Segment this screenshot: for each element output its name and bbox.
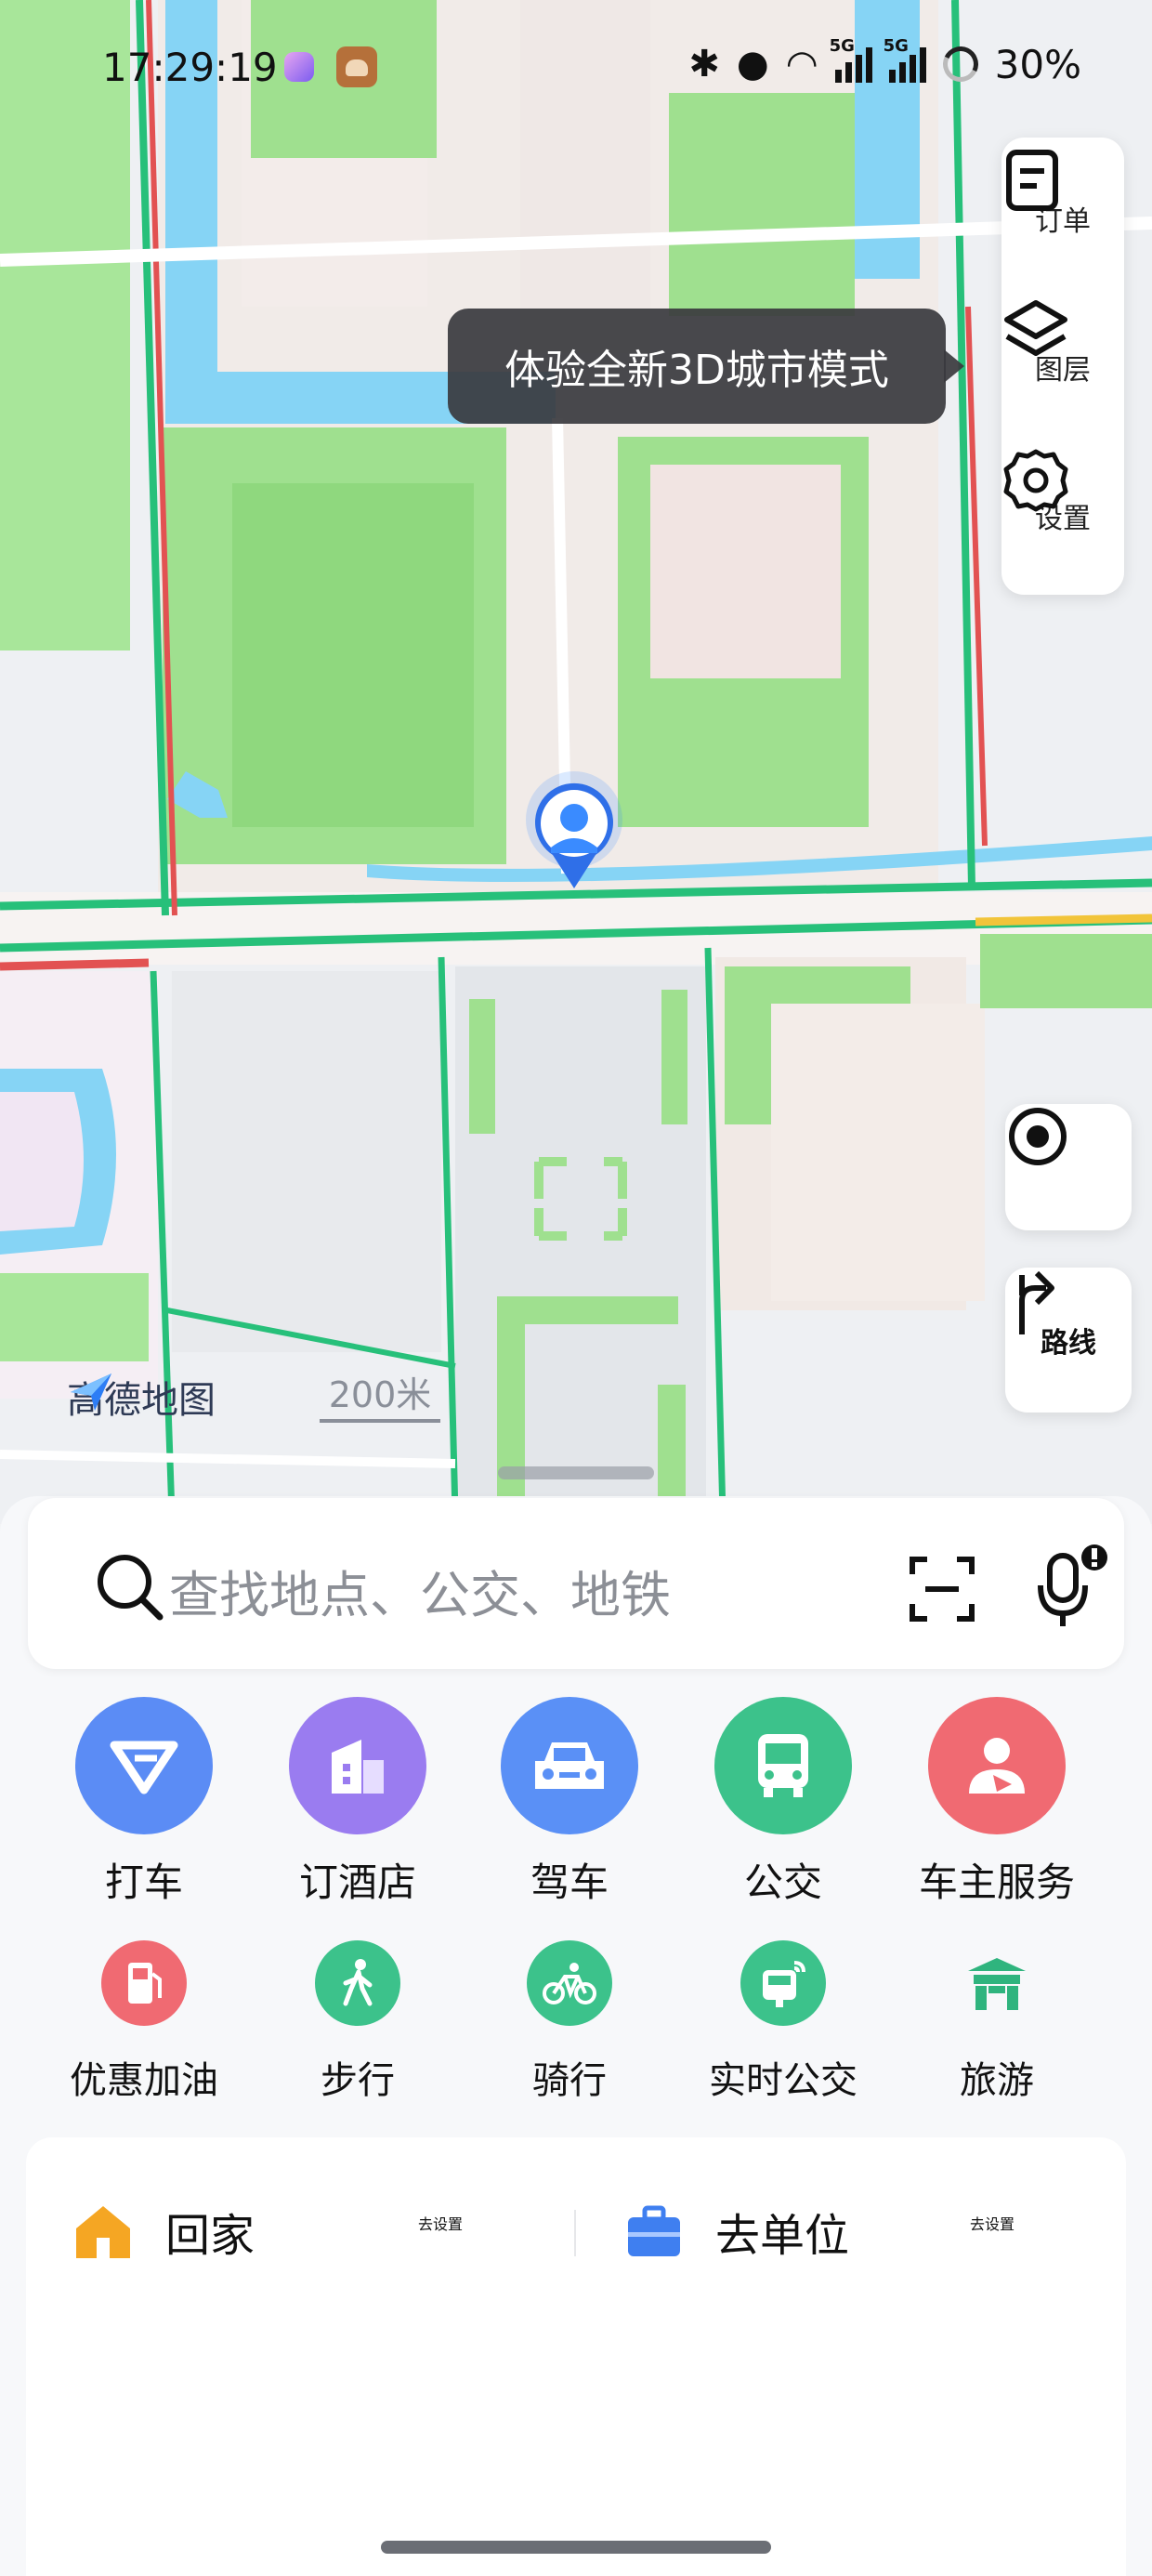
map-canvas bbox=[0, 0, 1152, 1524]
signal-icon-2: 5G bbox=[884, 36, 926, 83]
route-button[interactable]: 路线 bbox=[1005, 1268, 1132, 1413]
walk-icon bbox=[315, 1940, 400, 2026]
favorites-divider bbox=[574, 2210, 576, 2256]
orders-icon bbox=[1006, 150, 1058, 211]
travel-icon bbox=[954, 1940, 1040, 2026]
briefcase-icon bbox=[628, 2205, 680, 2256]
work-set-link[interactable]: 去设置 bbox=[970, 2212, 1015, 2234]
service-label: 公交 bbox=[743, 1860, 822, 1905]
home-set-link[interactable]: 去设置 bbox=[418, 2212, 463, 2234]
service-drive[interactable]: 驾车 bbox=[500, 1697, 639, 1908]
service-taxi[interactable]: 打车 bbox=[74, 1697, 214, 1908]
search-placeholder: 查找地点、公交、地铁 bbox=[169, 1566, 671, 1624]
amap-logo-icon bbox=[71, 1373, 111, 1411]
service-label: 车主服务 bbox=[918, 1860, 1075, 1905]
locate-icon bbox=[1009, 1108, 1067, 1165]
service-label: 旅游 bbox=[960, 2059, 1034, 2102]
map-brand: 高德地图 bbox=[67, 1370, 216, 1424]
home-indicator[interactable] bbox=[381, 2541, 771, 2554]
3d-mode-tooltip[interactable]: 体验全新3D城市模式 bbox=[448, 309, 964, 424]
service-walk[interactable]: 步行 bbox=[269, 1940, 446, 2104]
service-label: 订酒店 bbox=[298, 1860, 416, 1905]
map-scale: 200米 bbox=[320, 1366, 440, 1423]
service-label: 驾车 bbox=[530, 1860, 609, 1905]
service-travel[interactable]: 旅游 bbox=[909, 1940, 1085, 2104]
map-control-panel: 订单 图层 设置 bbox=[1001, 138, 1124, 595]
search-bar[interactable]: 查找地点、公交、地铁 bbox=[28, 1498, 1124, 1669]
status-icons: ✱ ● ◠ 5G 5G 30% bbox=[688, 36, 1081, 87]
bus-icon bbox=[714, 1697, 852, 1834]
layers-icon bbox=[1004, 300, 1067, 356]
signal-icon-1: 5G bbox=[830, 36, 872, 83]
service-label: 步行 bbox=[321, 2059, 395, 2102]
home-shortcut[interactable]: 回家 bbox=[72, 2199, 255, 2264]
orders-button[interactable]: 订单 bbox=[1001, 149, 1124, 288]
layers-button[interactable]: 图层 bbox=[1001, 297, 1124, 437]
service-bus[interactable]: 公交 bbox=[713, 1697, 853, 1908]
home-icon bbox=[76, 2206, 130, 2258]
bluetooth-icon: ✱ bbox=[688, 43, 720, 85]
service-fuel[interactable]: 优惠加油 bbox=[56, 1940, 232, 2104]
realtime-bus-icon bbox=[740, 1940, 826, 2026]
sheet-drag-handle[interactable] bbox=[498, 1466, 654, 1479]
home-label: 回家 bbox=[165, 2210, 255, 2262]
location-icon: ● bbox=[736, 43, 769, 85]
service-bike[interactable]: 骑行 bbox=[481, 1940, 658, 2104]
service-label: 骑行 bbox=[532, 2059, 607, 2102]
status-bar: 17:29:19 ✱ ● ◠ 5G 5G 30% bbox=[0, 0, 1152, 139]
service-hotel[interactable]: 订酒店 bbox=[288, 1697, 427, 1908]
gear-icon bbox=[1003, 449, 1068, 512]
battery-icon bbox=[937, 41, 983, 87]
map-view[interactable]: 体验全新3D城市模式 订单 图层 设置 路线 高德地图 200米 bbox=[0, 0, 1152, 1524]
car-icon bbox=[501, 1697, 638, 1834]
settings-button[interactable]: 设置 bbox=[1001, 446, 1124, 585]
voice-search-icon[interactable] bbox=[1037, 1544, 1111, 1628]
work-shortcut[interactable]: 去单位 bbox=[624, 2199, 849, 2264]
wifi-icon: ◠ bbox=[785, 43, 818, 85]
notification-app-icon bbox=[284, 52, 314, 82]
service-label: 打车 bbox=[104, 1860, 183, 1905]
status-time: 17:29:19 bbox=[102, 45, 278, 90]
service-label: 实时公交 bbox=[709, 2059, 857, 2102]
service-car-owner[interactable]: 车主服务 bbox=[910, 1697, 1083, 1908]
battery-percent: 30% bbox=[994, 41, 1081, 87]
notification-app-icon-2 bbox=[336, 46, 377, 87]
bike-icon bbox=[527, 1940, 612, 2026]
work-label: 去单位 bbox=[715, 2210, 850, 2262]
taxi-icon bbox=[75, 1697, 213, 1834]
locate-button[interactable] bbox=[1005, 1104, 1132, 1230]
service-label: 优惠加油 bbox=[70, 2059, 218, 2102]
service-realtime-bus[interactable]: 实时公交 bbox=[695, 1940, 871, 2104]
scan-icon[interactable] bbox=[909, 1556, 975, 1623]
user-location-marker bbox=[525, 769, 623, 894]
search-icon bbox=[98, 1555, 164, 1621]
route-arrow-icon bbox=[1019, 1270, 1054, 1334]
car-owner-icon bbox=[928, 1697, 1066, 1834]
fuel-icon bbox=[101, 1940, 187, 2026]
hotel-icon bbox=[289, 1697, 426, 1834]
